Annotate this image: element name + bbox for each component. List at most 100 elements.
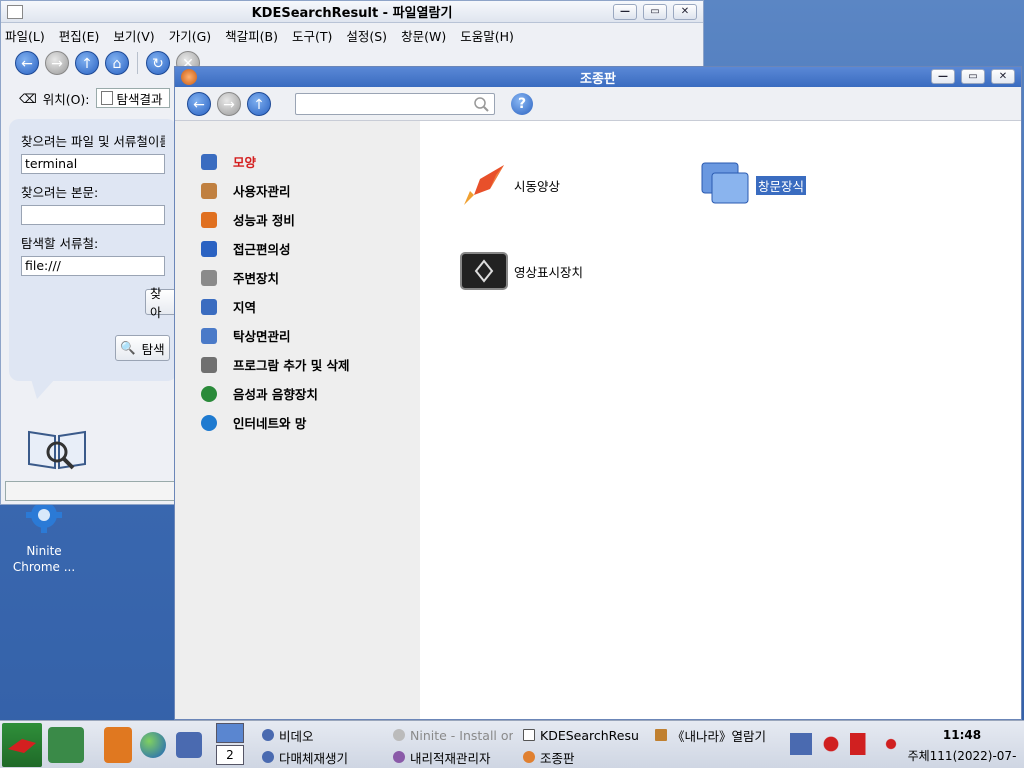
sidebar-item-label: 음성과 음향장치 xyxy=(233,387,318,402)
location-input[interactable]: 탐색결과 xyxy=(95,88,170,108)
close-button[interactable]: ✕ xyxy=(673,4,697,20)
back-icon[interactable]: ← xyxy=(15,51,39,75)
menu-help[interactable]: 도움말(H) xyxy=(460,26,514,45)
pager-desktop-2[interactable]: 2 xyxy=(216,745,244,765)
task-media-player[interactable]: 다매체재생기 xyxy=(262,747,382,767)
menu-tools[interactable]: 도구(T) xyxy=(292,26,332,45)
module-area: 시동양상 창문장식 영상표시장치 xyxy=(420,121,1021,719)
forward-icon[interactable]: → xyxy=(45,51,69,75)
sidebar-item-region[interactable]: 지역 xyxy=(175,292,420,321)
folder-input[interactable]: file:/// xyxy=(21,256,165,276)
menu-bookmarks[interactable]: 책갈피(B) xyxy=(225,26,278,45)
minimize-button[interactable]: — xyxy=(931,69,955,84)
search-input[interactable] xyxy=(295,93,495,115)
menu-edit[interactable]: 편집(E) xyxy=(59,26,100,45)
forward-icon[interactable]: → xyxy=(217,91,241,116)
desktop-icon-label-2: Chrome ... xyxy=(12,560,76,574)
control-center-toolbar: ← → ↑ ? xyxy=(175,87,1021,121)
task-kdesearchresult[interactable]: KDESearchResu xyxy=(523,725,647,745)
up-icon[interactable]: ↑ xyxy=(75,51,99,75)
sidebar-item-users[interactable]: 사용자관리 xyxy=(175,176,420,205)
content-input[interactable] xyxy=(21,205,165,225)
location-bar: ⌫ 위치(O): 탐색결과 xyxy=(1,85,177,111)
task-download-manager[interactable]: 내리적재관리자 xyxy=(393,747,513,767)
quicklaunch-browser-icon[interactable] xyxy=(140,732,166,758)
maximize-button[interactable]: ▭ xyxy=(643,4,667,20)
sidebar-item-appearance[interactable]: 모양 xyxy=(175,147,420,176)
download-manager-icon xyxy=(393,751,405,763)
maximize-button[interactable]: ▭ xyxy=(961,69,985,84)
sidebar-item-sound[interactable]: 음성과 음향장치 xyxy=(175,379,420,408)
sidebar-item-desktop[interactable]: 탁상면관리 xyxy=(175,321,420,350)
desktop-icon-ninite[interactable]: Ninite Chrome ... xyxy=(4,495,84,575)
task-control-center[interactable]: 조종판 xyxy=(523,747,643,767)
clock[interactable]: 11:48 주체111(2022)-07-19 xyxy=(900,725,1024,768)
programs-icon xyxy=(201,356,217,373)
sidebar-item-programs[interactable]: 프로그람 추가 및 삭제 xyxy=(175,350,420,379)
quicklaunch-editor-icon[interactable] xyxy=(48,727,84,763)
system-tray xyxy=(790,733,902,755)
up-icon[interactable]: ↑ xyxy=(247,91,271,116)
volume-muted-icon[interactable] xyxy=(820,733,842,755)
menu-view[interactable]: 보기(V) xyxy=(113,26,154,45)
menu-go[interactable]: 가기(G) xyxy=(169,26,211,45)
control-center-titlebar[interactable]: 조종판 — ▭ ✕ xyxy=(175,67,1021,87)
sidebar-item-peripherals[interactable]: 주변장치 xyxy=(175,263,420,292)
minimize-button[interactable]: — xyxy=(613,4,637,20)
hourglass-icon xyxy=(655,729,667,741)
sidebar-item-accessibility[interactable]: 접근편의성 xyxy=(175,234,420,263)
alert-icon[interactable] xyxy=(880,733,902,755)
close-button[interactable]: ✕ xyxy=(991,69,1015,84)
help-icon[interactable]: ? xyxy=(511,93,533,115)
clear-location-icon[interactable]: ⌫ xyxy=(19,91,37,106)
menubar: 파일(L) 편집(E) 보기(V) 가기(G) 책갈피(B) 도구(T) 설정(… xyxy=(1,23,703,47)
sidebar-item-performance[interactable]: 성능과 정비 xyxy=(175,205,420,234)
back-icon[interactable]: ← xyxy=(187,91,211,116)
network-icon[interactable] xyxy=(790,733,812,755)
flag-icon[interactable] xyxy=(850,733,872,755)
find-button[interactable]: 찾아 xyxy=(145,286,177,320)
menu-settings[interactable]: 설정(S) xyxy=(346,26,387,45)
sidebar-item-label: 인터네트와 망 xyxy=(233,416,307,431)
clock-date: 주체111(2022)-07-19 xyxy=(907,749,1017,763)
file-manager-titlebar[interactable]: KDESearchResult - 파일열람기 — ▭ ✕ xyxy=(1,1,703,23)
search-icon xyxy=(474,97,489,112)
menu-file[interactable]: 파일(L) xyxy=(5,26,45,45)
book-search-icon xyxy=(28,430,86,470)
content-label: 찾으려는 본문: xyxy=(21,185,99,200)
task-label: KDESearchResu xyxy=(540,727,639,743)
search-button-icon: 🔍 xyxy=(120,340,136,355)
clock-time: 11:48 xyxy=(942,728,982,742)
search-button[interactable]: 🔍 탐색 xyxy=(115,335,170,361)
sidebar-item-label: 모양 xyxy=(233,155,257,170)
menu-window[interactable]: 창문(W) xyxy=(401,26,446,45)
appearance-icon xyxy=(201,153,217,170)
desktop-pager: 2 xyxy=(216,723,246,767)
rocket-icon xyxy=(464,165,504,205)
peripherals-icon xyxy=(201,269,217,286)
sidebar-item-label: 사용자관리 xyxy=(233,184,291,199)
display-icon xyxy=(460,252,508,290)
pager-desktop-1[interactable] xyxy=(216,723,244,743)
task-video[interactable]: 비데오 xyxy=(262,725,372,745)
reload-icon[interactable]: ↻ xyxy=(146,51,170,75)
sidebar-item-label: 프로그람 추가 및 삭제 xyxy=(233,358,350,373)
control-center-window[interactable]: 조종판 — ▭ ✕ ← → ↑ ? 모양 사용자관리 성능과 정비 접근편의성 … xyxy=(174,66,1022,720)
start-menu-button[interactable] xyxy=(2,723,42,767)
module-startup[interactable]: 시동양상 xyxy=(460,161,560,209)
module-window-decoration[interactable]: 창문장식 xyxy=(700,161,807,209)
control-center-title: 조종판 xyxy=(580,71,616,87)
filename-label: 찾으려는 파일 및 서류철이름 xyxy=(21,134,165,149)
sidebar-item-internet[interactable]: 인터네트와 망 xyxy=(175,408,420,437)
location-value: 탐색결과 xyxy=(116,91,163,107)
home-icon[interactable]: ⌂ xyxy=(105,51,129,75)
task-ninite[interactable]: Ninite - Install or xyxy=(393,725,513,745)
filename-input[interactable]: terminal xyxy=(21,154,165,174)
quicklaunch-office-icon[interactable] xyxy=(104,727,132,763)
window-decoration-icon xyxy=(701,162,749,204)
task-label: Ninite - Install or xyxy=(410,727,513,743)
quicklaunch-network-icon[interactable] xyxy=(176,732,202,758)
module-display[interactable]: 영상표시장치 xyxy=(460,251,583,291)
desktop-icon xyxy=(201,327,217,344)
task-naenara-browser[interactable]: 《내나라》열람기 xyxy=(655,725,775,745)
